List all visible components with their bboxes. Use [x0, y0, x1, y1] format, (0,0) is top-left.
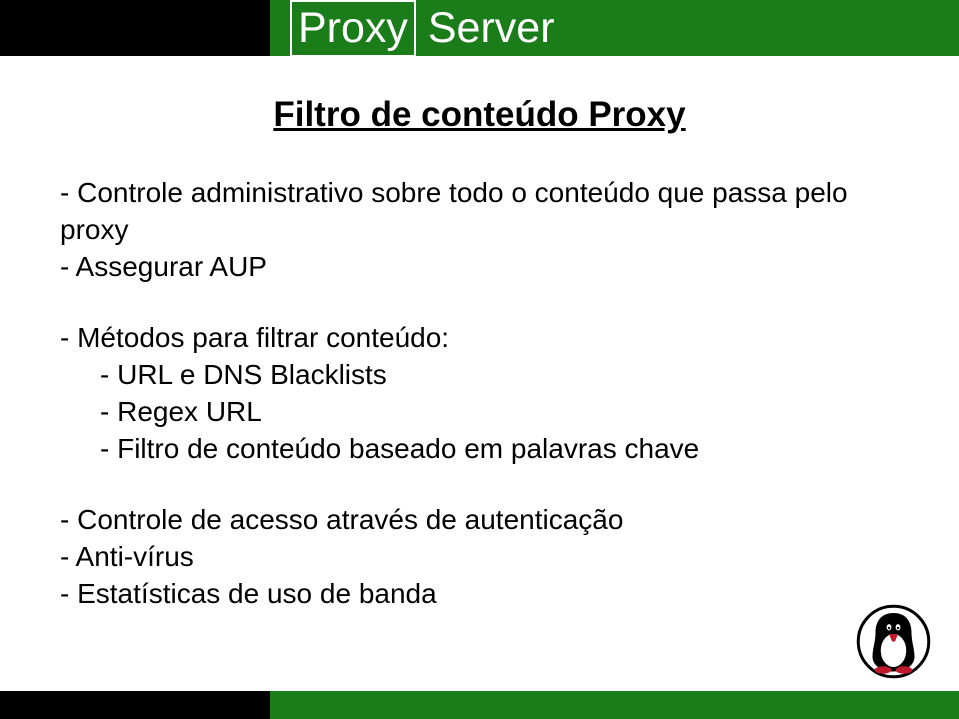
body-line: - Controle de acesso através de autentic…: [60, 502, 899, 539]
penguin-logo-icon: [856, 604, 931, 679]
body-subline: - URL e DNS Blacklists: [60, 357, 899, 394]
body-line: - Controle administrativo sobre todo o c…: [60, 175, 899, 249]
slide-title: Proxy Server: [290, 0, 555, 56]
title-word-1: Proxy: [290, 4, 416, 53]
header-black-accent: [0, 0, 270, 56]
body-line: - Anti-vírus: [60, 539, 899, 576]
body-line: - Assegurar AUP: [60, 249, 899, 286]
body-subline: - Regex URL: [60, 394, 899, 431]
slide-subtitle: Filtro de conteúdo Proxy: [0, 95, 959, 135]
slide-body: - Controle administrativo sobre todo o c…: [60, 175, 899, 613]
body-line: - Métodos para filtrar conteúdo:: [60, 320, 899, 357]
body-line: - Estatísticas de uso de banda: [60, 576, 899, 613]
footer-black-accent: [0, 691, 270, 719]
body-subline: - Filtro de conteúdo baseado em palavras…: [60, 431, 899, 468]
title-word-2: Server: [428, 4, 555, 53]
